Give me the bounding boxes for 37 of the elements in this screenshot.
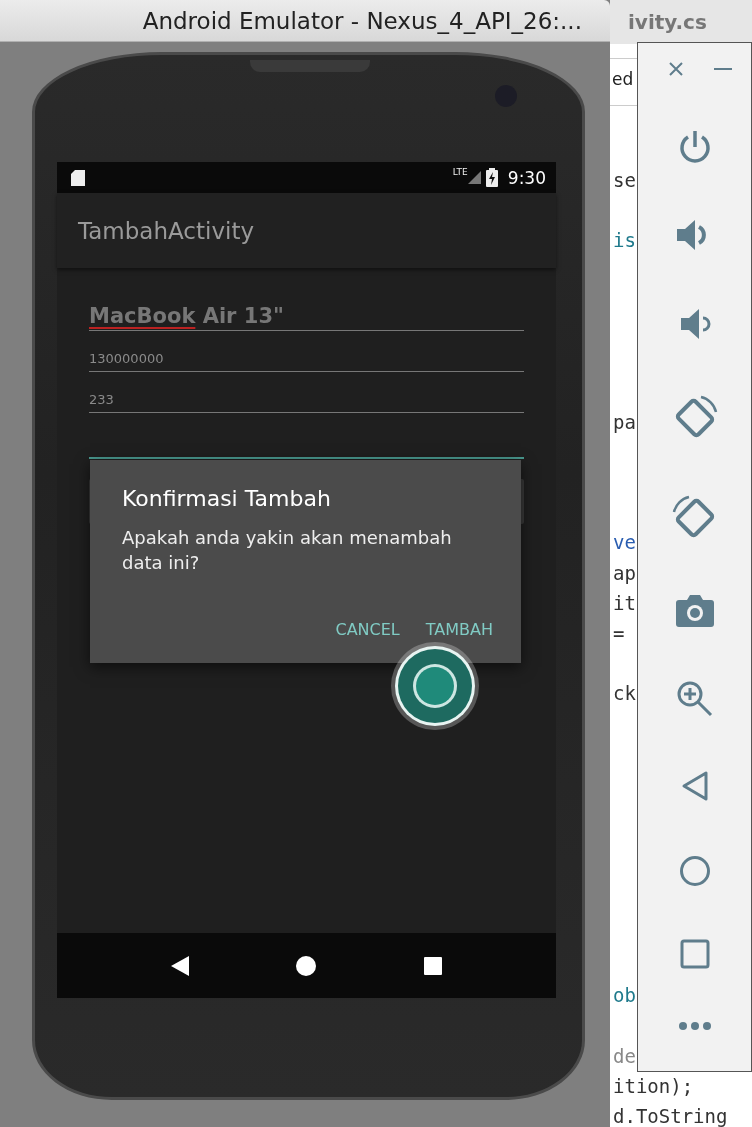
home-icon[interactable] [296,955,317,976]
code-text: ck [613,681,636,706]
text-field[interactable]: 130000000 [89,331,524,372]
sd-card-icon [71,169,85,186]
code-text: = [613,621,625,645]
code-text: ition); [613,1074,694,1098]
code-text: it [613,590,636,615]
back-icon[interactable] [170,955,189,976]
code-text: pa [613,409,636,434]
text-field[interactable]: 233 [89,372,524,413]
zoom-in-icon[interactable] [675,680,714,719]
touch-indicator-icon [389,640,481,732]
cancel-button[interactable]: CANCEL [329,616,406,643]
camera-icon[interactable] [674,594,715,629]
battery-icon [485,168,498,187]
code-text: se [613,168,636,192]
network-type: LTE [452,167,468,177]
code-text: ap [613,560,636,585]
dialog-title: Konfirmasi Tambah [122,486,332,511]
window-title: Android Emulator - Nexus_4_API_26:... [142,7,582,34]
code-text: de [613,1043,636,1068]
app-title: TambahActivity [78,217,255,244]
code-text: ve [613,530,636,555]
close-icon[interactable] [667,61,684,77]
overview-icon[interactable] [679,938,710,969]
signal-icon [467,171,481,184]
recents-icon[interactable] [424,956,443,975]
code-text: d.ToString [613,1104,728,1127]
tab-text: ed [612,69,634,89]
clock-time: 9:30 [507,167,546,188]
code-text: ob [613,983,636,1008]
code-text: is [613,228,636,253]
more-icon[interactable] [677,1020,712,1031]
text-field[interactable]: MacBook Air 13" [89,284,524,331]
minimize-icon[interactable] [713,67,732,71]
dialog-message: Apakah anda yakin akan menambah data ini? [122,526,453,575]
confirm-button[interactable]: TAMBAH [419,616,499,643]
